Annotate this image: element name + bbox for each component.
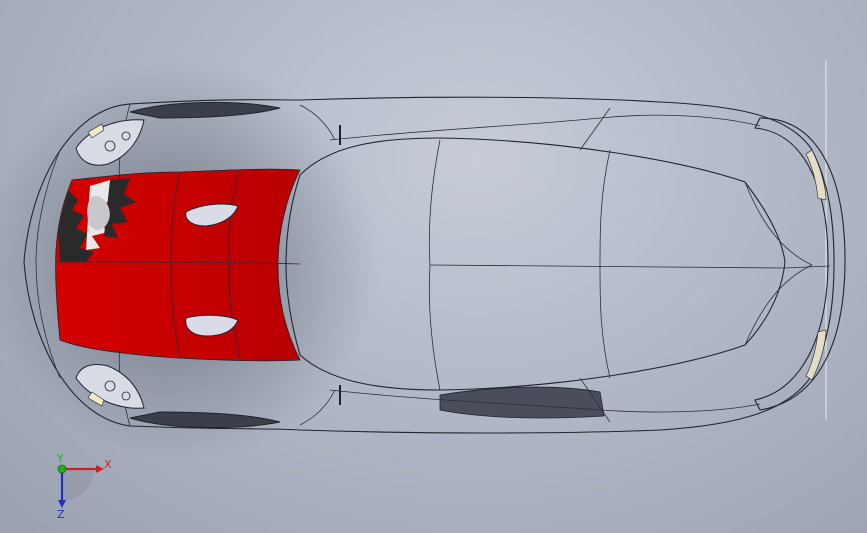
triad-z-label: Z	[57, 508, 65, 521]
roof-center-line	[429, 264, 786, 269]
left-side-crease	[329, 114, 761, 141]
left-fender-line	[579, 107, 611, 151]
rear-right-intake	[439, 386, 605, 419]
graphics-viewport[interactable]: X Y Z	[0, 0, 867, 533]
triad-y-axis	[57, 464, 67, 474]
rear-bumper	[754, 117, 846, 411]
triad-shading	[62, 469, 94, 501]
triad-x-label: X	[104, 458, 112, 471]
rear-window-left	[744, 181, 813, 266]
triad-x-arrow	[96, 465, 104, 473]
coordinate-triad[interactable]: X Y Z	[56, 452, 112, 521]
model-view[interactable]: X Y Z	[0, 0, 867, 533]
triad-z-arrow	[58, 500, 66, 508]
triad-y-label: Y	[56, 452, 64, 465]
roof-rear-line	[599, 149, 611, 379]
